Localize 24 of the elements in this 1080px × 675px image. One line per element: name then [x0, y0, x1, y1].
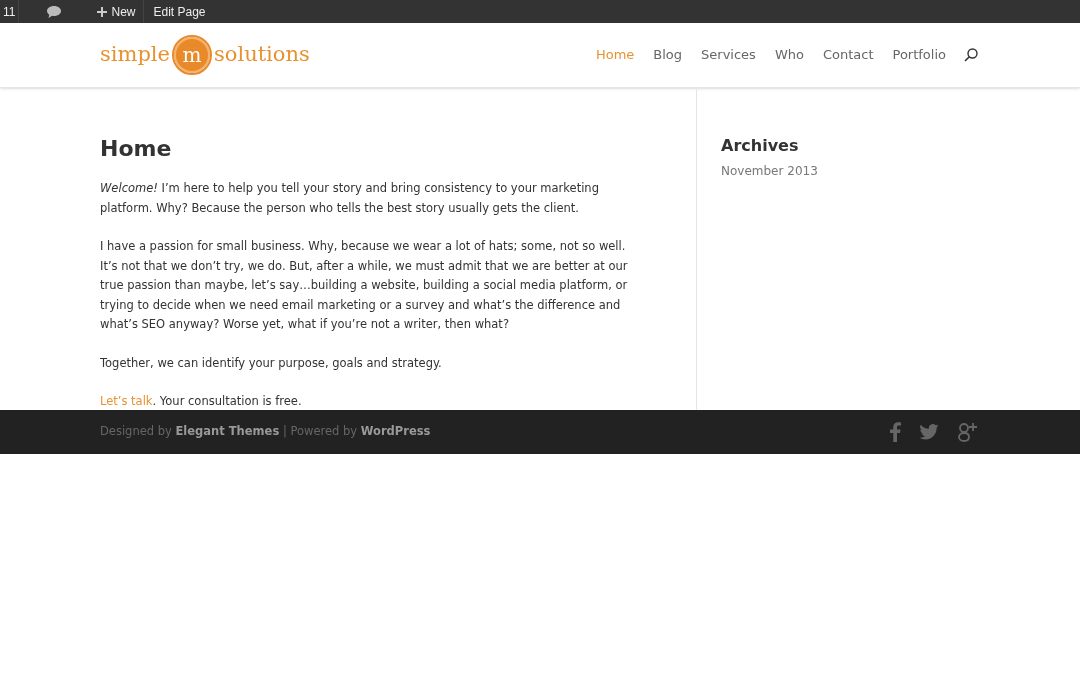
twitter-icon[interactable]: [919, 424, 939, 440]
body-paragraph: Together, we can identify your purpose, goals and strategy.: [100, 354, 443, 372]
comment-icon[interactable]: [47, 5, 62, 18]
inline-link[interactable]: Elegant Themes: [175, 424, 280, 439]
inline-link[interactable]: WordPress: [360, 424, 431, 439]
nav-link[interactable]: Portfolio: [892, 45, 946, 65]
nav-link[interactable]: Who: [774, 45, 804, 65]
body-paragraph: I have a passion for small business. Why, because we wear a lot of hats; some, not so well. It’s not that we don’t try, we do. But, after a while, we must admit that we are better at our true passion than maybe, let’s say…building a website, building a social media platform, or trying to decide when we need email marketing or a survey and what’s the difference and what’s SEO anyway? Worse yet, what if you’re not a writer, then what?: [100, 238, 629, 333]
credits-text: Designed by Elegant Themes | Powered by WordPress: [100, 423, 431, 441]
update-count[interactable]: 11: [0, 2, 19, 21]
search-icon[interactable]: [964, 48, 978, 62]
nav-link[interactable]: Contact: [822, 45, 874, 65]
archive-link[interactable]: November 2013: [721, 162, 818, 180]
google-plus-icon[interactable]: [957, 422, 979, 442]
nav-link[interactable]: Services: [701, 45, 756, 65]
page-title: Home: [100, 135, 173, 163]
facebook-icon[interactable]: [889, 422, 901, 442]
body-paragraph: Welcome! I’m here to help you tell your story and bring consistency to your marketing platform. Why? Because the person who tells the best story usually gets the client.: [100, 180, 600, 217]
new-button[interactable]: New: [89, 0, 144, 23]
plus-icon: [97, 6, 108, 17]
nav-link[interactable]: Blog: [653, 45, 683, 65]
body-paragraph: Let’s talk. Your consultation is free.: [100, 393, 303, 410]
sidebar-heading: Archives: [721, 135, 800, 157]
edit-page-link[interactable]: Edit Page: [144, 2, 215, 21]
